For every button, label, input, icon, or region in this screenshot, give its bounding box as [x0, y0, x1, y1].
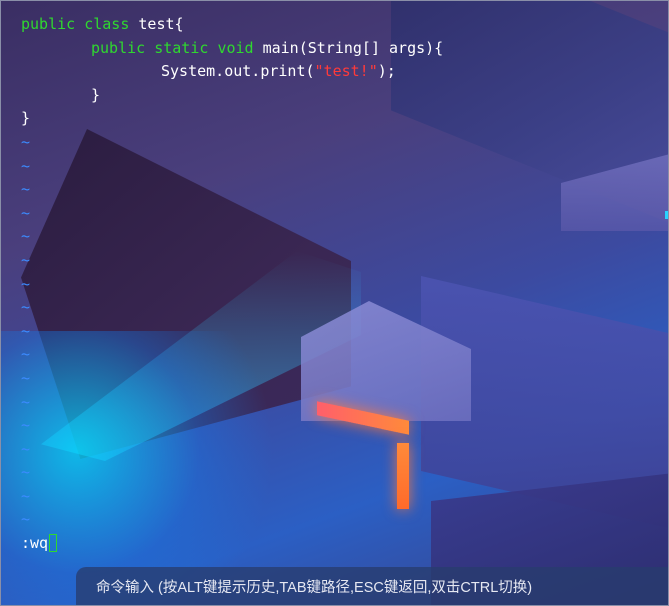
- empty-line-marker: ~: [21, 463, 31, 482]
- vim-editor[interactable]: public class test{ public static void ma…: [21, 13, 651, 556]
- empty-line-marker: ~: [21, 486, 31, 505]
- terminal-window: public class test{ public static void ma…: [0, 0, 669, 606]
- command-hint-text: 命令输入 (按ALT键提示历史,TAB键路径,ESC键返回,双击CTRL切换): [96, 579, 533, 596]
- command-hint-bar[interactable]: 命令输入 (按ALT键提示历史,TAB键路径,ESC键返回,双击CTRL切换): [76, 567, 668, 605]
- empty-line-marker: ~: [21, 227, 31, 246]
- empty-line-marker: ~: [21, 439, 31, 458]
- empty-line-marker: ~: [21, 156, 31, 175]
- code-text: );: [377, 62, 396, 81]
- empty-line-marker: ~: [21, 510, 31, 529]
- code-text: main(String[] args){: [253, 38, 444, 57]
- empty-line-marker: ~: [21, 132, 31, 151]
- keyword: public: [21, 15, 76, 33]
- empty-line-marker: ~: [21, 203, 31, 222]
- keyword: class: [84, 15, 130, 33]
- empty-line-marker: ~: [21, 250, 31, 269]
- code-line-1: public class test{: [21, 13, 651, 37]
- keyword: void: [217, 38, 254, 57]
- empty-line-marker: ~: [21, 298, 31, 317]
- empty-line-marker: ~: [21, 368, 31, 387]
- command-text: :wq: [21, 534, 49, 553]
- empty-line-marker: ~: [21, 416, 31, 435]
- empty-line-marker: ~: [21, 180, 31, 199]
- code-text: }: [21, 109, 31, 128]
- code-line-4: }: [21, 84, 651, 108]
- code-line-5: }: [21, 107, 651, 131]
- command-line[interactable]: :wq: [21, 532, 651, 556]
- text-cursor: [49, 534, 58, 553]
- wallpaper-shape: [665, 211, 668, 219]
- empty-line-marker: ~: [21, 345, 31, 364]
- code-text: test{: [129, 15, 184, 33]
- empty-line-marker: ~: [21, 392, 31, 411]
- code-line-3: System.out.print("test!");: [21, 60, 651, 84]
- empty-line-marker: ~: [21, 274, 31, 293]
- empty-line-marker: ~: [21, 321, 31, 340]
- code-text: }: [91, 85, 101, 104]
- empty-line-markers: ~ ~ ~ ~ ~ ~ ~ ~ ~ ~ ~ ~ ~ ~ ~ ~ ~: [21, 131, 651, 532]
- keyword: public: [91, 38, 146, 57]
- string-literal: "test!": [314, 62, 378, 81]
- code-text: System.out.print(: [161, 62, 315, 81]
- code-line-2: public static void main(String[] args){: [21, 37, 651, 61]
- keyword: static: [154, 38, 209, 57]
